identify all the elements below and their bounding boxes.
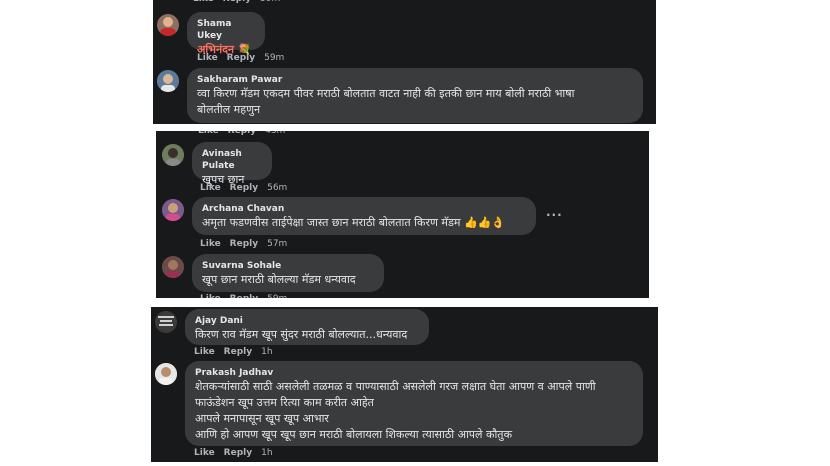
avatar[interactable] — [157, 14, 179, 36]
commenter-name[interactable]: Archana Chavan — [202, 203, 526, 215]
commenter-name[interactable]: Sakharam Pawar — [197, 74, 633, 86]
comment-bubble: Avinash Pulate खूपच छान — [192, 142, 272, 186]
like-button[interactable]: Like — [194, 347, 215, 357]
avatar-image — [155, 363, 177, 385]
comment-bubble: Suvarna Sohale खूप छान मराठी बोलल्या मॅड… — [192, 254, 384, 292]
reply-button[interactable]: Reply — [230, 294, 258, 298]
avatar[interactable] — [162, 144, 184, 166]
commenter-name[interactable]: Shama Ukey — [197, 18, 255, 42]
reply-button[interactable]: Reply — [224, 347, 252, 357]
comment-actions: Like Reply 59m — [197, 53, 284, 63]
comment-actions: Like Reply 56m — [200, 183, 287, 193]
avatar-image — [162, 256, 184, 278]
commenter-name[interactable]: Suvarna Sohale — [202, 260, 374, 272]
comment-actions: Like Reply 1h — [194, 347, 273, 357]
comment-text: खूप छान मराठी बोलल्या मॅडम धन्यवाद — [202, 273, 356, 286]
comment-bubble: Shama Ukey अभिनंदन 💐 — [187, 12, 265, 56]
reply-button[interactable]: Reply — [230, 183, 258, 193]
comment-text: किरण राव मॅडम खूप सुंदर मराठी बोलल्यात..… — [195, 328, 408, 341]
avatar-image — [162, 199, 184, 221]
avatar[interactable] — [155, 363, 177, 385]
reply-button[interactable]: Reply — [230, 239, 258, 249]
reply-button[interactable]: Reply — [228, 131, 256, 136]
comment-bubble: Archana Chavan अमृता फडणवीस ताईपेक्षा जा… — [192, 197, 536, 235]
avatar[interactable] — [162, 256, 184, 278]
comment-text: अमृता फडणवीस ताईपेक्षा जास्त छान मराठी ब… — [202, 216, 506, 229]
comment-bubble: Sakharam Pawar व्वा किरण मॅडम एकदम पीवर … — [187, 68, 643, 123]
commenter-name[interactable]: Ajay Dani — [195, 315, 419, 327]
avatar[interactable] — [162, 199, 184, 221]
comment-time[interactable]: 1h — [261, 347, 272, 357]
like-button[interactable]: Like — [197, 53, 218, 63]
screenshot-panel-3: Ajay Dani किरण राव मॅडम खूप सुंदर मराठी … — [151, 307, 658, 462]
comment-bubble: Prakash Jadhav शेतकऱ्यांसाठी साठी असलेली… — [185, 361, 643, 446]
comment-text: व्वा किरण मॅडम एकदम पीवर मराठी बोलतात वा… — [197, 87, 575, 116]
screenshot-panel-1: Like Reply 59m Shama Ukey अभिनंदन 💐 Like… — [153, 0, 656, 124]
comment-time[interactable]: 1h — [261, 448, 272, 458]
avatar-image — [160, 17, 176, 36]
reply-button[interactable]: Reply — [223, 0, 251, 4]
like-button[interactable]: Like — [200, 183, 221, 193]
comment-actions: Like Reply 59m — [200, 294, 287, 298]
like-button[interactable]: Like — [194, 448, 215, 458]
reply-button[interactable]: Reply — [227, 53, 255, 63]
comment-actions: Like Reply 57m — [200, 239, 287, 249]
like-button[interactable]: Like — [193, 0, 214, 4]
like-button[interactable]: Like — [200, 294, 221, 298]
comment-time: 43m — [265, 131, 286, 136]
like-button[interactable]: Like — [200, 239, 221, 249]
comment-time[interactable]: 59m — [267, 294, 287, 298]
like-button[interactable]: Like — [198, 131, 219, 136]
clipped-actions: Like Reply 43m — [198, 131, 285, 136]
comment-time[interactable]: 57m — [267, 239, 287, 249]
comment-bubble: Ajay Dani किरण राव मॅडम खूप सुंदर मराठी … — [185, 309, 429, 345]
avatar[interactable] — [155, 311, 177, 333]
avatar-image — [157, 70, 179, 92]
comment-time[interactable]: 59m — [264, 53, 284, 63]
comment-actions: Like Reply 1h — [194, 448, 273, 458]
comment-time: 59m — [260, 0, 280, 4]
avatar-image — [162, 144, 184, 166]
comment-time[interactable]: 56m — [267, 183, 287, 193]
commenter-name[interactable]: Prakash Jadhav — [195, 367, 633, 379]
more-options-icon[interactable]: ··· — [546, 208, 563, 222]
reply-button[interactable]: Reply — [224, 448, 252, 458]
avatar[interactable] — [157, 70, 179, 92]
screenshot-panel-2: Like Reply 43m Avinash Pulate खूपच छान L… — [156, 131, 649, 298]
avatar-image — [155, 311, 177, 333]
clipped-actions: Like Reply 59m — [193, 0, 280, 4]
comment-text: शेतकऱ्यांसाठी साठी असलेली तळमळ व पाण्यास… — [195, 380, 596, 441]
commenter-name[interactable]: Avinash Pulate — [202, 148, 262, 172]
